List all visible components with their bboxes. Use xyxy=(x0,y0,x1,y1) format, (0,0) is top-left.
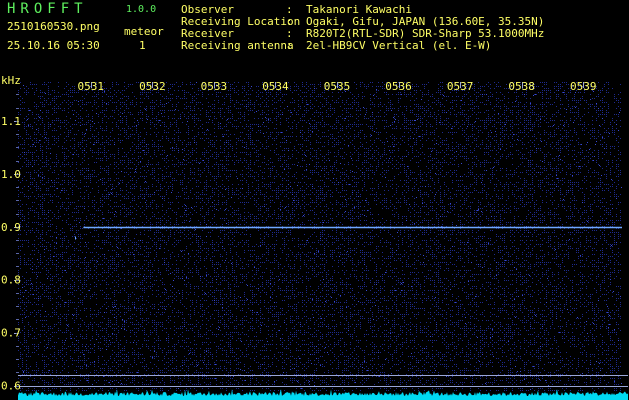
y-tick-label: 0.7 xyxy=(1,327,21,340)
antenna-label: Receiving antenna xyxy=(181,39,294,52)
y-tick-label: 1.1 xyxy=(1,115,21,128)
y-tick-label: 0.9 xyxy=(1,221,21,234)
y-tick-label: 0.6 xyxy=(1,380,21,393)
carrier-blip xyxy=(75,236,76,240)
y-axis-label: kHz xyxy=(1,74,21,87)
antenna-separator: : xyxy=(286,39,293,52)
mode-label: meteor xyxy=(124,25,164,38)
y-tick-label: 0.8 xyxy=(1,274,21,287)
x-tick-label: 0533 xyxy=(201,80,228,93)
x-tick-label: 0539 xyxy=(570,80,597,93)
file-name: 2510160530.png xyxy=(7,20,100,33)
x-tick-label: 0535 xyxy=(324,80,351,93)
header: HROFFT 1.0.0 2510160530.png 25.10.16 05:… xyxy=(0,0,629,62)
antenna-value: 2el-HB9CV Vertical (el. E-W) xyxy=(306,39,492,52)
x-tick-label: 0537 xyxy=(447,80,474,93)
app-title: HROFFT xyxy=(7,1,88,17)
app-version: 1.0.0 xyxy=(126,4,157,15)
date-time: 25.10.16 05:30 xyxy=(7,39,100,52)
spectrogram: 0531053205330534053505360537053805390540… xyxy=(0,62,629,400)
y-tick-label: 1.0 xyxy=(1,168,21,181)
x-tick-label: 0538 xyxy=(508,80,535,93)
meteor-count: 1 xyxy=(139,39,146,52)
x-tick-label: 0532 xyxy=(139,80,166,93)
x-tick-label: 0531 xyxy=(78,80,105,93)
x-tick-label: 0534 xyxy=(262,80,289,93)
x-tick-label: 0536 xyxy=(385,80,412,93)
